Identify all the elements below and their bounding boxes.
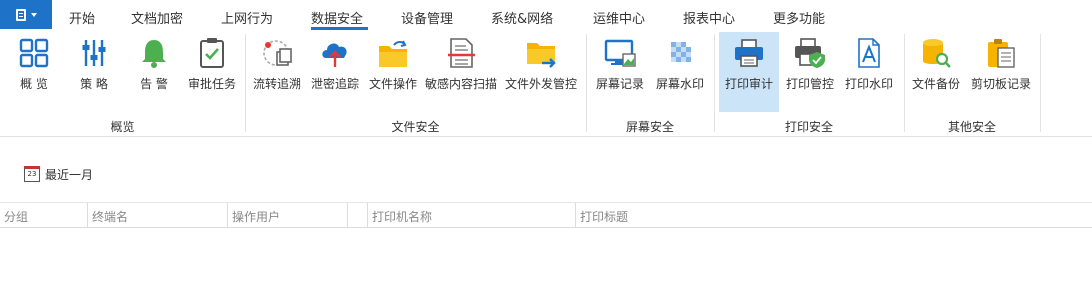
printer-icon (735, 39, 763, 67)
printer-shield-icon (795, 38, 825, 68)
sensitive-scan-button-label: 敏感内容扫描 (424, 77, 497, 91)
column-resize-handle[interactable] (347, 203, 348, 227)
table-header: 分组 终端名 操作用户 打印机名称 打印标题 (0, 202, 1092, 228)
print-control-button-label: 打印管控 (785, 77, 834, 91)
alert-button-label: 告 警 (140, 77, 168, 91)
tab-system-network[interactable]: 系统&网络 (491, 8, 553, 27)
overview-button[interactable]: 概 览 (10, 32, 58, 112)
tab-report-center[interactable]: 报表中心 (683, 8, 735, 27)
calendar-icon: 23 (24, 166, 40, 182)
active-tab-indicator (311, 27, 368, 30)
file-backup-button-label: 文件备份 (911, 77, 960, 91)
overview-button-label: 概 览 (20, 77, 48, 91)
print-audit-button[interactable]: 打印审计 (719, 32, 779, 112)
approval-task-button[interactable]: 审批任务 (184, 32, 240, 112)
screen-watermark-button[interactable]: 屏幕水印 (652, 32, 708, 112)
column-resize-handle[interactable] (575, 203, 576, 227)
print-watermark-button-label: 打印水印 (844, 77, 893, 91)
date-range-filter[interactable]: 23 最近一月 (24, 165, 93, 183)
database-search-icon (923, 39, 951, 68)
tab-device-management[interactable]: 设备管理 (401, 8, 453, 27)
caret-down-icon (30, 12, 37, 17)
file-outbound-control-button[interactable]: 文件外发管控 (502, 32, 580, 112)
file-operation-button-label: 文件操作 (368, 77, 417, 91)
alert-button[interactable]: 告 警 (130, 32, 178, 112)
column-resize-handle[interactable] (367, 203, 368, 227)
menu-bar: 开始 文档加密 上网行为 数据安全 设备管理 系统&网络 运维中心 报表中心 更… (0, 0, 1092, 32)
tab-doc-encryption[interactable]: 文档加密 (131, 8, 183, 27)
document-icon (15, 8, 26, 21)
file-operation-button[interactable]: 文件操作 (366, 32, 420, 112)
print-audit-button-label: 打印审计 (724, 77, 773, 91)
group-label-overview: 概览 (110, 120, 135, 134)
leak-tracking-button[interactable]: 泄密追踪 (308, 32, 362, 112)
file-outbound-control-button-label: 文件外发管控 (504, 77, 577, 91)
bell-alert-icon (142, 40, 166, 68)
tab-data-security[interactable]: 数据安全 (311, 8, 363, 27)
policy-button-label: 策 略 (80, 77, 108, 91)
group-separator (1040, 34, 1041, 132)
app-menu-button[interactable] (0, 0, 52, 29)
print-watermark-button[interactable]: 打印水印 (842, 32, 896, 112)
monitor-icon (604, 39, 636, 67)
tab-ops-center[interactable]: 运维中心 (593, 8, 645, 27)
screen-record-button[interactable]: 屏幕记录 (593, 32, 647, 112)
date-range-label: 最近一月 (45, 167, 94, 182)
flow-trace-button-label: 流转追溯 (252, 77, 301, 91)
folder-send-icon (527, 43, 556, 68)
grid-overview-icon (19, 38, 49, 68)
column-header-terminal-name[interactable]: 终端名 (92, 208, 128, 225)
clipboard-check-icon (200, 38, 224, 68)
flow-trace-icon (263, 40, 292, 66)
clipboard-note-icon (988, 39, 1015, 68)
screen-watermark-button-label: 屏幕水印 (655, 77, 704, 91)
folder-sync-icon (379, 40, 407, 67)
ribbon-divider (0, 136, 1092, 137)
group-label-other-security: 其他安全 (947, 120, 996, 134)
column-resize-handle[interactable] (227, 203, 228, 227)
approval-task-button-label: 审批任务 (187, 77, 236, 91)
column-header-printer-name[interactable]: 打印机名称 (372, 208, 432, 225)
clipboard-record-button[interactable]: 剪切板记录 (967, 32, 1035, 112)
document-scan-icon (448, 38, 475, 68)
clipboard-record-button-label: 剪切板记录 (970, 77, 1031, 91)
column-resize-handle[interactable] (87, 203, 88, 227)
policy-button[interactable]: 策 略 (70, 32, 118, 112)
column-header-print-title[interactable]: 打印标题 (580, 208, 628, 225)
screen-record-button-label: 屏幕记录 (595, 77, 644, 91)
ribbon-toolbar: 概 览 策 略 告 警 审批任务 概览 流转追溯 泄密追踪 文件操作 敏感内容扫… (0, 32, 1092, 136)
tab-internet-behavior[interactable]: 上网行为 (221, 8, 273, 27)
cloud-upload-icon (322, 43, 347, 67)
print-control-button[interactable]: 打印管控 (782, 32, 838, 112)
file-backup-button[interactable]: 文件备份 (908, 32, 964, 112)
group-label-file-security: 文件安全 (391, 120, 440, 134)
column-header-operator[interactable]: 操作用户 (232, 208, 280, 225)
tab-more-features[interactable]: 更多功能 (773, 8, 825, 27)
flow-trace-button[interactable]: 流转追溯 (250, 32, 304, 112)
group-label-print-security: 打印安全 (784, 120, 833, 134)
sliders-policy-icon (82, 40, 106, 66)
watermark-icon (671, 42, 691, 62)
sensitive-scan-button[interactable]: 敏感内容扫描 (423, 32, 499, 112)
leak-tracking-button-label: 泄密追踪 (310, 77, 359, 91)
tab-start[interactable]: 开始 (69, 8, 95, 27)
group-label-screen-security: 屏幕安全 (625, 120, 674, 134)
text-document-icon (858, 38, 880, 68)
column-header-group[interactable]: 分组 (4, 208, 28, 225)
